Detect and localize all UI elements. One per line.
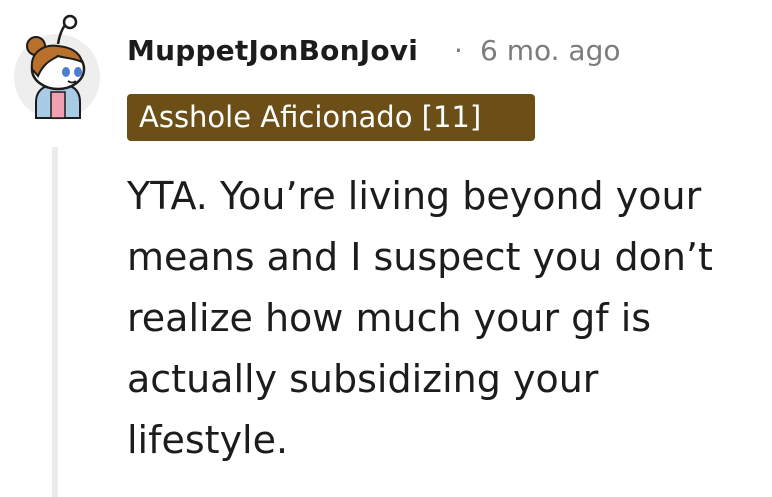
meta-separator: · — [454, 34, 463, 67]
snoo-avatar-icon — [26, 14, 86, 119]
comment-body: YTA. You’re living beyond your means and… — [127, 174, 713, 462]
user-flair: Asshole Aficionado [11] — [127, 94, 535, 141]
comment-author[interactable]: MuppetJonBonJovi — [127, 34, 418, 67]
comment-timestamp[interactable]: 6 mo. ago — [480, 34, 621, 67]
user-avatar[interactable] — [14, 14, 102, 120]
thread-collapse-line[interactable] — [52, 147, 58, 497]
